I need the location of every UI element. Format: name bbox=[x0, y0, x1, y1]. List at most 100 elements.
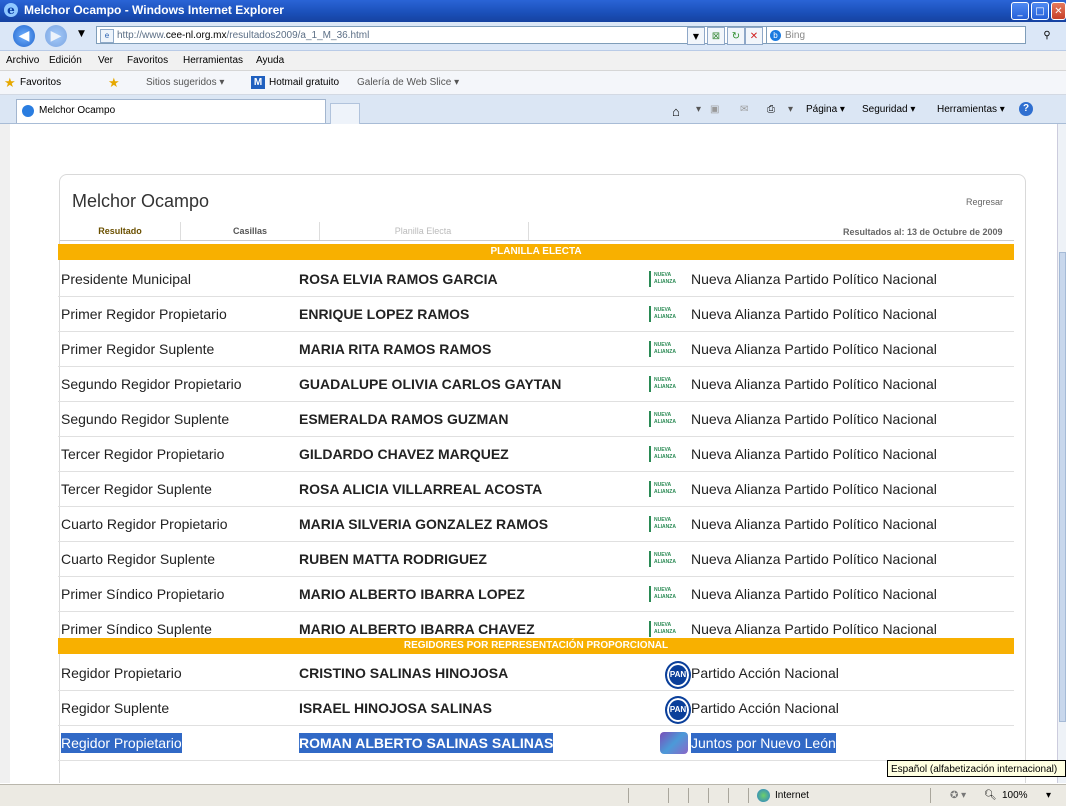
home-dropdown-icon[interactable]: ▾ bbox=[696, 104, 701, 115]
party-name: Nueva Alianza Partido Político Nacional bbox=[691, 551, 937, 567]
na-logo-text: NUEVA ALIANZA bbox=[654, 342, 676, 355]
vertical-scrollbar[interactable] bbox=[1057, 124, 1066, 783]
stop-icon[interactable]: ✕ bbox=[745, 27, 763, 45]
table-row: Presidente Municipal ROSA ELVIA RAMOS GAR… bbox=[58, 262, 1014, 297]
menu-edicion[interactable]: Edición bbox=[49, 51, 82, 70]
candidate-name: MARIA RITA RAMOS RAMOS bbox=[299, 341, 492, 357]
position-label: Regidor Suplente bbox=[61, 700, 170, 716]
pan-logo-icon: PAN bbox=[665, 661, 691, 689]
url-prefix: http://www. bbox=[117, 30, 166, 41]
party-name: Nueva Alianza Partido Político Nacional bbox=[691, 586, 937, 602]
new-tab-button[interactable] bbox=[330, 103, 360, 125]
home-icon[interactable]: ⌂ bbox=[672, 104, 680, 119]
menu-favoritos[interactable]: Favoritos bbox=[127, 51, 168, 70]
nueva-alianza-logo-icon: NUEVA ALIANZA bbox=[649, 516, 677, 532]
zoom-level[interactable]: 100% bbox=[1002, 785, 1028, 806]
favoritos-button[interactable]: Favoritos bbox=[20, 71, 61, 94]
regresar-link[interactable]: Regresar bbox=[966, 197, 1003, 207]
party-name: Nueva Alianza Partido Político Nacional bbox=[691, 341, 937, 357]
window-title: Melchor Ocampo - Windows Internet Explor… bbox=[24, 3, 284, 17]
candidate-name: MARIA SILVERIA GONZALEZ RAMOS bbox=[299, 516, 549, 532]
position-label: Cuarto Regidor Suplente bbox=[61, 551, 216, 567]
nueva-alianza-logo-icon: NUEVA ALIANZA bbox=[649, 621, 677, 637]
party-name: Partido Acción Nacional bbox=[691, 700, 839, 716]
sitios-sugeridos-link[interactable]: Sitios sugeridos ▾ bbox=[146, 71, 224, 94]
maximize-button[interactable]: □ bbox=[1031, 2, 1049, 20]
section-planilla-electa: PLANILLA ELECTA bbox=[58, 244, 1014, 260]
zone-label: Internet bbox=[775, 790, 809, 801]
pagina-menu[interactable]: Página ▾ bbox=[806, 104, 845, 115]
menu-ayuda[interactable]: Ayuda bbox=[256, 51, 284, 70]
hotmail-link[interactable]: Hotmail gratuito bbox=[269, 71, 339, 94]
address-toolbar: ◀ ▶ ▼ e http://www.cee-nl.org.mx/resulta… bbox=[0, 22, 1066, 51]
party-name: Nueva Alianza Partido Político Nacional bbox=[691, 481, 937, 497]
candidate-name: CRISTINO SALINAS HINOJOSA bbox=[299, 665, 509, 681]
section-regidores-rp: REGIDORES POR REPRESENTACIÓN PROPORCIONA… bbox=[58, 638, 1014, 654]
candidate-name: ROSA ALICIA VILLARREAL ACOSTA bbox=[299, 481, 543, 497]
search-placeholder: Bing bbox=[785, 30, 806, 41]
page-icon: e bbox=[100, 29, 114, 43]
table-row: Cuarto Regidor Suplente RUBEN MATTA RODRI… bbox=[58, 542, 1014, 577]
feeds-icon[interactable]: ▣ bbox=[710, 104, 719, 115]
menu-herramientas[interactable]: Herramientas bbox=[183, 51, 243, 70]
help-icon[interactable]: ? bbox=[1019, 102, 1033, 116]
menu-ver[interactable]: Ver bbox=[98, 51, 113, 70]
nueva-alianza-logo-icon: NUEVA ALIANZA bbox=[649, 411, 677, 427]
position-label: Segundo Regidor Suplente bbox=[61, 411, 230, 427]
tab-melchor-ocampo[interactable]: Melchor Ocampo bbox=[16, 99, 326, 123]
party-name: Partido Acción Nacional bbox=[691, 665, 839, 681]
galeria-link[interactable]: Galería de Web Slice ▾ bbox=[357, 71, 459, 94]
candidate-name: ESMERALDA RAMOS GUZMAN bbox=[299, 411, 509, 427]
position-label: Regidor Propietario bbox=[61, 665, 182, 681]
protected-mode-icon[interactable]: ✪ ▾ bbox=[950, 785, 966, 806]
seguridad-menu[interactable]: Seguridad ▾ bbox=[862, 104, 915, 115]
internet-zone-icon bbox=[757, 789, 770, 802]
menu-archivo[interactable]: Archivo bbox=[6, 51, 39, 70]
forward-button[interactable]: ▶ bbox=[45, 25, 67, 47]
position-label: Tercer Regidor Propietario bbox=[61, 446, 225, 462]
candidate-name: MARIO ALBERTO IBARRA LOPEZ bbox=[299, 586, 525, 602]
table-row: Primer Regidor Suplente MARIA RITA RAMOS … bbox=[58, 332, 1014, 367]
na-logo-text: NUEVA ALIANZA bbox=[654, 587, 676, 600]
favorites-bar: ★ Favoritos ★ Sitios sugeridos ▾ M Hotma… bbox=[0, 71, 1066, 95]
nueva-alianza-logo-icon: NUEVA ALIANZA bbox=[649, 306, 677, 322]
url-dropdown-icon[interactable]: ▼ bbox=[687, 27, 705, 45]
tab-casillas[interactable]: Casillas bbox=[180, 222, 320, 241]
candidate-name: GILDARDO CHAVEZ MARQUEZ bbox=[299, 446, 509, 462]
tab-planilla-electa[interactable]: Planilla Electa bbox=[318, 222, 529, 241]
add-favorite-icon[interactable]: ★ bbox=[108, 71, 120, 94]
na-logo-text: NUEVA ALIANZA bbox=[654, 482, 676, 495]
candidate-name: ISRAEL HINOJOSA SALINAS bbox=[299, 700, 492, 716]
compatibility-icon[interactable]: ⊠ bbox=[707, 27, 725, 45]
close-button[interactable]: ✕ bbox=[1051, 2, 1066, 20]
na-logo-text: NUEVA ALIANZA bbox=[654, 412, 676, 425]
search-field[interactable]: b Bing bbox=[766, 26, 1026, 44]
zoom-dropdown-icon[interactable]: ▾ bbox=[1046, 785, 1051, 806]
status-bar: Internet ✪ ▾ 🔍︎ 100% ▾ bbox=[0, 784, 1066, 806]
pan-logo-icon: PAN bbox=[665, 696, 691, 724]
history-dropdown-icon[interactable]: ▼ bbox=[78, 29, 85, 39]
status-divider bbox=[688, 788, 689, 803]
minimize-button[interactable]: _ bbox=[1011, 2, 1029, 20]
status-divider bbox=[628, 788, 629, 803]
refresh-icon[interactable]: ↻ bbox=[727, 27, 745, 45]
party-name: Nueva Alianza Partido Político Nacional bbox=[691, 306, 937, 322]
mail-icon[interactable]: ✉ bbox=[740, 104, 748, 115]
nueva-alianza-logo-icon: NUEVA ALIANZA bbox=[649, 481, 677, 497]
zoom-icon[interactable]: 🔍︎ bbox=[984, 785, 997, 806]
hotmail-icon: M bbox=[251, 76, 265, 89]
party-name: Nueva Alianza Partido Político Nacional bbox=[691, 516, 937, 532]
back-button[interactable]: ◀ bbox=[13, 25, 35, 47]
position-label: Segundo Regidor Propietario bbox=[61, 376, 242, 392]
print-icon[interactable]: ⎙ bbox=[767, 104, 775, 115]
na-logo-text: NUEVA ALIANZA bbox=[654, 307, 676, 320]
tab-resultado[interactable]: Resultado bbox=[60, 222, 180, 241]
status-divider bbox=[668, 788, 669, 803]
herramientas-menu[interactable]: Herramientas ▾ bbox=[937, 104, 1005, 115]
search-icon[interactable]: ⚲ bbox=[1038, 27, 1056, 45]
juntos-por-nuevo-leon-logo-icon bbox=[660, 732, 688, 754]
scroll-thumb[interactable] bbox=[1059, 252, 1066, 722]
print-dropdown-icon[interactable]: ▾ bbox=[788, 104, 793, 115]
party-name: Nueva Alianza Partido Político Nacional bbox=[691, 411, 937, 427]
position-label: Presidente Municipal bbox=[61, 271, 191, 287]
